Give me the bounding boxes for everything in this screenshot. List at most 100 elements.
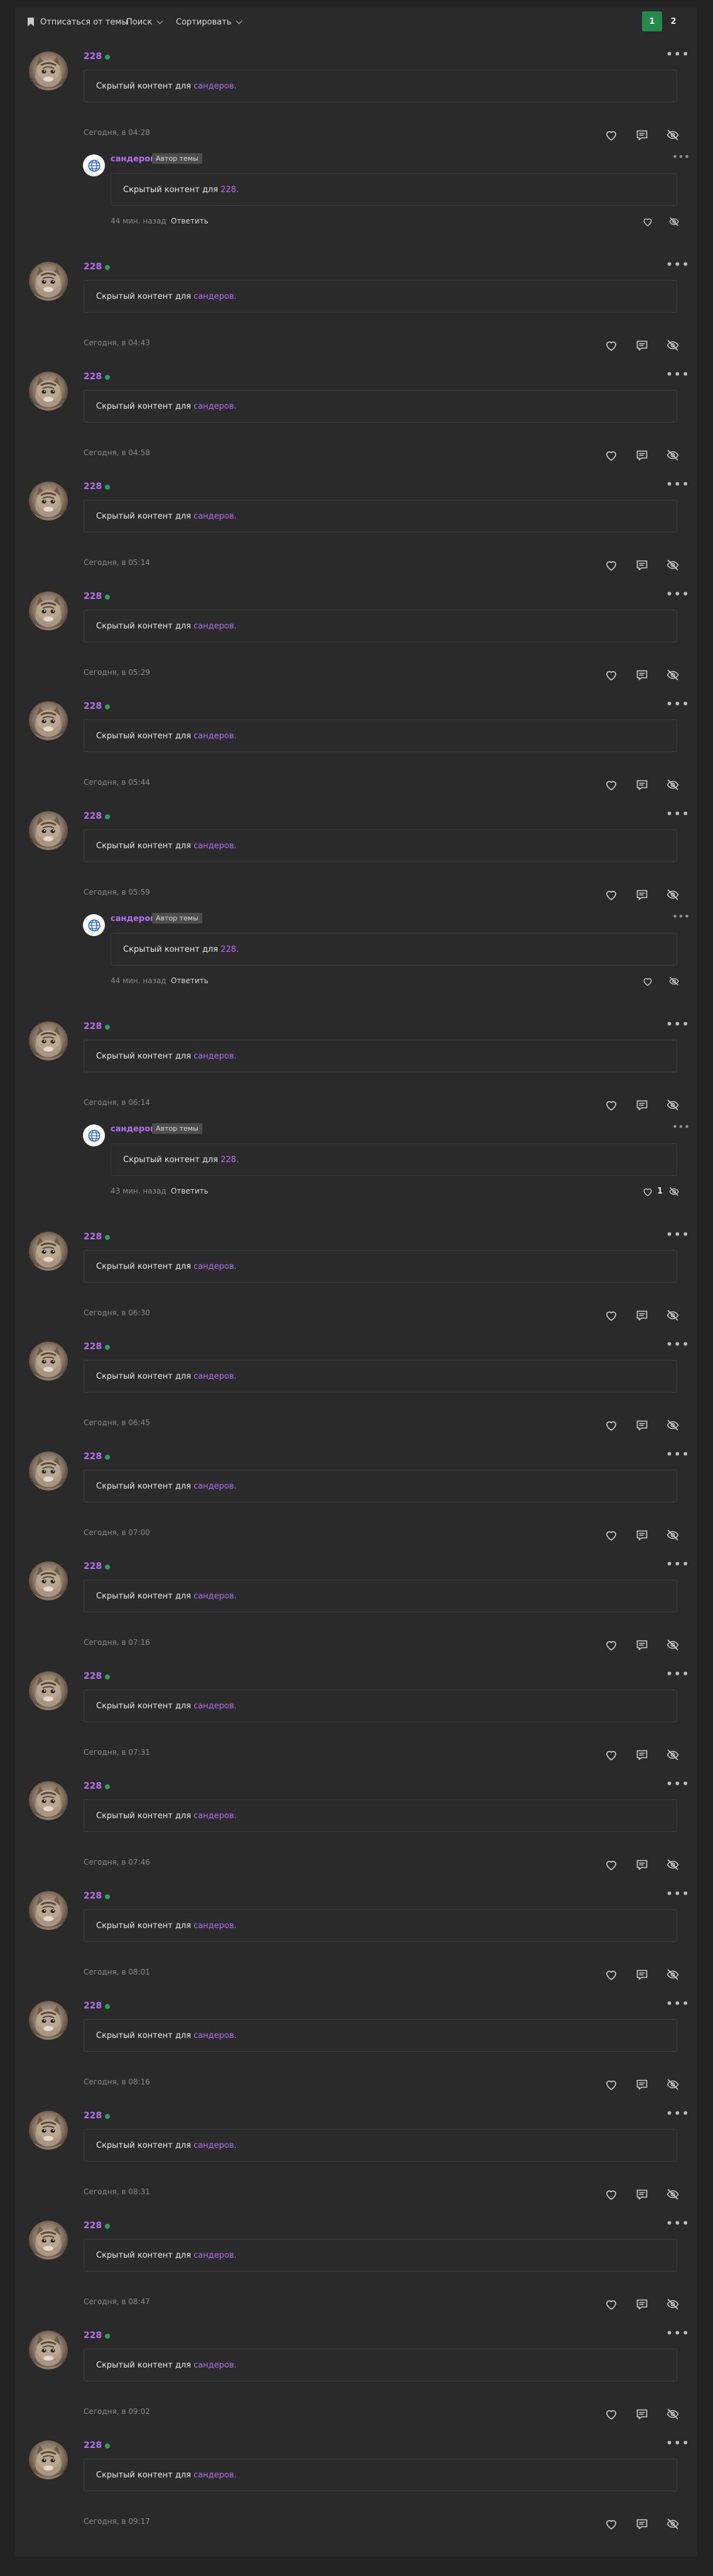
eye-off-icon[interactable] (668, 216, 680, 227)
heart-icon[interactable] (604, 1308, 618, 1322)
post-author[interactable]: 228 (84, 1891, 102, 1901)
post-author[interactable]: 228 (84, 811, 102, 821)
post-author[interactable]: 228 (84, 2440, 102, 2450)
more-dots-icon[interactable]: ••• (672, 1121, 690, 1133)
heart-icon[interactable] (642, 976, 653, 987)
heart-icon[interactable] (604, 2297, 618, 2311)
eye-off-icon[interactable] (666, 128, 680, 142)
hidden-content-user-link[interactable]: 228. (220, 1155, 239, 1165)
hidden-content-user-link[interactable]: сандеров. (193, 82, 237, 91)
heart-icon[interactable] (604, 558, 618, 572)
hidden-content-user-link[interactable]: сандеров. (193, 2471, 237, 2480)
hidden-content-user-link[interactable]: сандеров. (193, 512, 237, 521)
more-dots-icon[interactable]: ••• (672, 910, 690, 922)
more-dots-icon[interactable]: ••• (666, 1556, 690, 1571)
sort-dropdown[interactable]: Сортировать (176, 8, 242, 36)
more-dots-icon[interactable]: ••• (666, 2435, 690, 2450)
heart-icon[interactable] (604, 128, 618, 142)
eye-off-icon[interactable] (666, 1858, 680, 1872)
page-2-button[interactable]: 2 (663, 11, 683, 31)
avatar[interactable] (29, 1561, 68, 1600)
heart-icon[interactable] (604, 1418, 618, 1432)
hidden-content-user-link[interactable]: 228. (220, 945, 239, 954)
avatar[interactable] (29, 2331, 68, 2369)
hidden-content-user-link[interactable]: сандеров. (193, 1921, 237, 1931)
heart-icon[interactable] (642, 216, 653, 227)
avatar[interactable] (29, 1781, 68, 1820)
more-dots-icon[interactable]: ••• (666, 1227, 690, 1242)
post-author[interactable]: 228 (84, 1452, 102, 1462)
eye-off-icon[interactable] (666, 1528, 680, 1542)
post-author[interactable]: 228 (84, 1671, 102, 1681)
eye-off-icon[interactable] (666, 1748, 680, 1762)
heart-icon[interactable] (604, 1098, 618, 1112)
eye-off-icon[interactable] (666, 2297, 680, 2311)
more-dots-icon[interactable]: ••• (666, 1886, 690, 1901)
post-author[interactable]: 228 (84, 51, 102, 62)
reply-author[interactable]: сандеров (111, 914, 155, 924)
page-1-button[interactable]: 1 (642, 11, 662, 31)
heart-icon[interactable] (604, 338, 618, 352)
eye-off-icon[interactable] (666, 448, 680, 462)
eye-off-icon[interactable] (666, 1418, 680, 1432)
eye-off-icon[interactable] (666, 338, 680, 352)
more-dots-icon[interactable]: ••• (666, 696, 690, 711)
author-avatar[interactable] (83, 1124, 105, 1146)
heart-icon[interactable] (604, 2517, 618, 2531)
avatar[interactable] (29, 1671, 68, 1710)
more-dots-icon[interactable]: ••• (666, 1337, 690, 1352)
comment-icon[interactable] (635, 2297, 649, 2311)
post-author[interactable]: 228 (84, 591, 102, 601)
avatar[interactable] (29, 2001, 68, 2040)
hidden-content-user-link[interactable]: сандеров. (193, 292, 237, 301)
more-dots-icon[interactable]: ••• (666, 586, 690, 601)
post-author[interactable]: 228 (84, 2001, 102, 2011)
post-author[interactable]: 228 (84, 1781, 102, 1791)
eye-off-icon[interactable] (666, 2517, 680, 2531)
eye-off-icon[interactable] (666, 668, 680, 682)
avatar[interactable] (29, 2440, 68, 2479)
heart-icon[interactable] (604, 448, 618, 462)
hidden-content-user-link[interactable]: сандеров. (193, 622, 237, 631)
avatar[interactable] (29, 51, 68, 90)
eye-off-icon[interactable] (666, 1968, 680, 1981)
eye-off-icon[interactable] (666, 2407, 680, 2421)
eye-off-icon[interactable] (666, 1638, 680, 1652)
post-author[interactable]: 228 (84, 2111, 102, 2121)
comment-icon[interactable] (635, 1638, 649, 1652)
post-author[interactable]: 228 (84, 1232, 102, 1242)
avatar[interactable] (29, 701, 68, 740)
author-avatar[interactable] (83, 154, 105, 176)
eye-off-icon[interactable] (666, 2187, 680, 2201)
avatar[interactable] (29, 811, 68, 850)
avatar[interactable] (29, 1452, 68, 1490)
hidden-content-user-link[interactable]: сандеров. (193, 1482, 237, 1491)
more-dots-icon[interactable]: ••• (666, 2325, 690, 2341)
reply-button[interactable]: Ответить (171, 976, 209, 985)
heart-icon[interactable] (604, 1638, 618, 1652)
comment-icon[interactable] (635, 338, 649, 352)
hidden-content-user-link[interactable]: сандеров. (193, 1052, 237, 1061)
avatar[interactable] (29, 372, 68, 411)
avatar[interactable] (29, 591, 68, 630)
hidden-content-user-link[interactable]: сандеров. (193, 1701, 237, 1711)
heart-icon[interactable] (604, 778, 618, 792)
avatar[interactable] (29, 262, 68, 301)
post-author[interactable]: 228 (84, 1342, 102, 1352)
reply-button[interactable]: Ответить (171, 1187, 209, 1195)
post-author[interactable]: 228 (84, 482, 102, 492)
more-dots-icon[interactable]: ••• (666, 477, 690, 492)
heart-icon[interactable] (604, 2407, 618, 2421)
more-dots-icon[interactable]: ••• (666, 1776, 690, 1791)
heart-icon[interactable] (604, 2078, 618, 2091)
avatar[interactable] (29, 1342, 68, 1381)
avatar[interactable] (29, 1021, 68, 1060)
eye-off-icon[interactable] (666, 558, 680, 572)
eye-off-icon[interactable] (668, 976, 680, 987)
avatar[interactable] (29, 1232, 68, 1271)
heart-icon[interactable] (604, 1968, 618, 1981)
comment-icon[interactable] (635, 2517, 649, 2531)
more-dots-icon[interactable]: ••• (672, 151, 690, 163)
eye-off-icon[interactable] (668, 1186, 680, 1197)
avatar[interactable] (29, 2111, 68, 2150)
